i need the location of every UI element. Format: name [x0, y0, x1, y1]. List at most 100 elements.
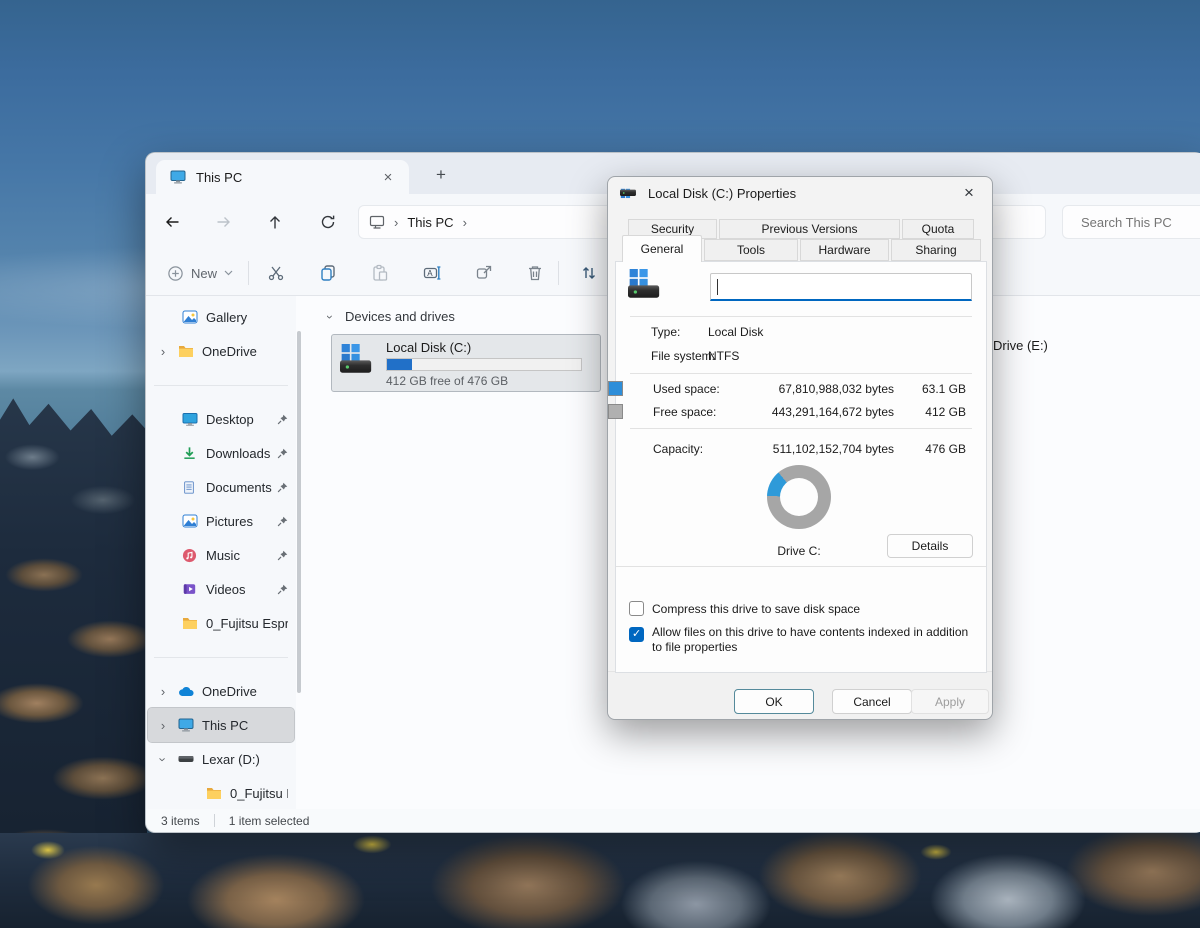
sidebar: Gallery › OneDrive Desktop Downloads Doc…: [146, 296, 296, 811]
sidebar-item-music[interactable]: Music: [148, 538, 294, 572]
folder-icon: [206, 785, 222, 801]
used-swatch: [608, 381, 623, 396]
used-space-gb: 63.1 GB: [921, 382, 966, 396]
windows-drive-icon: [620, 188, 636, 198]
search-box[interactable]: [1062, 205, 1200, 239]
sidebar-item-videos[interactable]: Videos: [148, 572, 294, 606]
index-checkbox[interactable]: [629, 627, 644, 642]
chevron-down-icon: ›: [323, 314, 337, 319]
new-button[interactable]: New: [158, 257, 242, 289]
tab-previous-versions[interactable]: Previous Versions: [719, 219, 900, 239]
folder-icon: [182, 615, 198, 631]
sidebar-item-onedrive[interactable]: › OneDrive: [148, 674, 294, 708]
sidebar-item-pictures[interactable]: Pictures: [148, 504, 294, 538]
windows-drive-icon: [628, 269, 660, 300]
selected-count: 1 item selected: [228, 813, 310, 828]
dialog-title-bar[interactable]: Local Disk (C:) Properties ×: [608, 177, 992, 209]
capacity-label: Capacity:: [653, 442, 704, 456]
compress-checkbox-label: Compress this drive to save disk space: [652, 602, 861, 616]
documents-icon: [182, 479, 198, 495]
filesystem-value: NTFS: [708, 349, 740, 363]
svg-text:A: A: [427, 269, 433, 278]
cut-icon[interactable]: [260, 257, 292, 289]
cancel-button[interactable]: Cancel: [832, 689, 912, 714]
pin-icon: [277, 482, 288, 493]
new-button-label: New: [191, 265, 218, 281]
tab-close-icon[interactable]: ×: [377, 166, 399, 188]
properties-dialog: Local Disk (C:) Properties × Security Pr…: [607, 176, 993, 720]
rename-icon[interactable]: A: [416, 257, 448, 289]
search-input[interactable]: [1063, 206, 1200, 238]
pin-icon: [277, 550, 288, 561]
monitor-icon: [170, 170, 186, 184]
new-tab-button[interactable]: +: [429, 163, 453, 187]
back-button[interactable]: [156, 206, 188, 238]
desktop-icon: [182, 411, 198, 427]
used-space-label: Used space:: [653, 382, 720, 396]
disk-usage-fill: [387, 359, 413, 370]
section-devices-and-drives[interactable]: › Devices and drives: [323, 309, 455, 324]
drive-icon: [178, 751, 194, 767]
apply-button[interactable]: Apply: [911, 689, 989, 714]
capacity-donut: [767, 465, 831, 529]
sidebar-item-desktop[interactable]: Desktop: [148, 402, 294, 436]
type-label: Type:: [651, 325, 681, 339]
music-icon: [182, 547, 198, 563]
toolbar-separator: [558, 261, 559, 285]
tab-hardware[interactable]: Hardware: [800, 239, 889, 261]
index-checkbox-label: Allow files on this drive to have conten…: [652, 625, 969, 654]
capacity-bytes: 511,102,152,704 bytes: [772, 442, 894, 456]
chevron-down-icon: [224, 270, 233, 276]
volume-label-input[interactable]: [710, 273, 972, 301]
drive-free-space: 412 GB free of 476 GB: [386, 374, 509, 388]
tab-tools[interactable]: Tools: [704, 239, 798, 261]
forward-button[interactable]: [207, 206, 239, 238]
sidebar-item-lexar-drive[interactable]: › Lexar (D:): [148, 742, 294, 776]
sidebar-item-gallery[interactable]: Gallery: [148, 300, 294, 334]
disk-usage-bar: [386, 358, 582, 371]
monitor-icon: [178, 717, 194, 733]
ok-button[interactable]: OK: [734, 689, 814, 714]
refresh-icon[interactable]: [312, 206, 344, 238]
sidebar-item-onedrive-folder[interactable]: › OneDrive: [148, 334, 294, 368]
free-space-label: Free space:: [653, 405, 717, 419]
breadcrumb[interactable]: This PC: [407, 215, 453, 230]
wallpaper-rocks-bottom: [0, 833, 1200, 928]
toolbar-separator: [248, 261, 249, 285]
paste-icon[interactable]: [364, 257, 396, 289]
sort-icon[interactable]: [573, 257, 605, 289]
drive-e-label[interactable]: Drive (E:): [993, 338, 1048, 353]
donut-label: Drive C:: [777, 544, 821, 558]
close-icon[interactable]: ×: [956, 181, 982, 205]
tab-sharing[interactable]: Sharing: [891, 239, 981, 261]
delete-icon[interactable]: [519, 257, 551, 289]
local-disk-c-tile[interactable]: Local Disk (C:) 412 GB free of 476 GB: [331, 334, 601, 392]
sidebar-item-fujitsu-folder[interactable]: 0_Fujitsu Esprim: [148, 606, 294, 640]
tab-quota[interactable]: Quota: [902, 219, 974, 239]
tab-general[interactable]: General: [622, 235, 702, 262]
share-icon[interactable]: [468, 257, 500, 289]
copy-icon[interactable]: [312, 257, 344, 289]
onedrive-icon: [178, 683, 194, 699]
sidebar-item-fujitsu-folder-nested[interactable]: 0_Fujitsu Esprim: [148, 776, 294, 810]
sidebar-scrollbar[interactable]: [297, 331, 301, 693]
up-button[interactable]: [259, 206, 291, 238]
details-button[interactable]: Details: [887, 534, 973, 558]
desktop: This PC × + › This PC › Search This PC N…: [0, 0, 1200, 928]
chevron-right-icon: ›: [462, 214, 467, 230]
type-value: Local Disk: [708, 325, 764, 339]
chevron-right-icon: ›: [160, 717, 166, 733]
pin-icon: [277, 516, 288, 527]
pin-icon: [277, 584, 288, 595]
sidebar-divider: [146, 640, 296, 674]
sidebar-item-this-pc[interactable]: › This PC: [147, 707, 295, 743]
capacity-gb: 476 GB: [925, 442, 966, 456]
text-caret: [717, 279, 718, 295]
compress-checkbox[interactable]: [629, 601, 644, 616]
tab-this-pc[interactable]: This PC ×: [156, 160, 409, 194]
pictures-icon: [182, 513, 198, 529]
sidebar-item-downloads[interactable]: Downloads: [148, 436, 294, 470]
sidebar-item-documents[interactable]: Documents: [148, 470, 294, 504]
free-space-gb: 412 GB: [925, 405, 966, 419]
monitor-icon: [369, 215, 385, 229]
